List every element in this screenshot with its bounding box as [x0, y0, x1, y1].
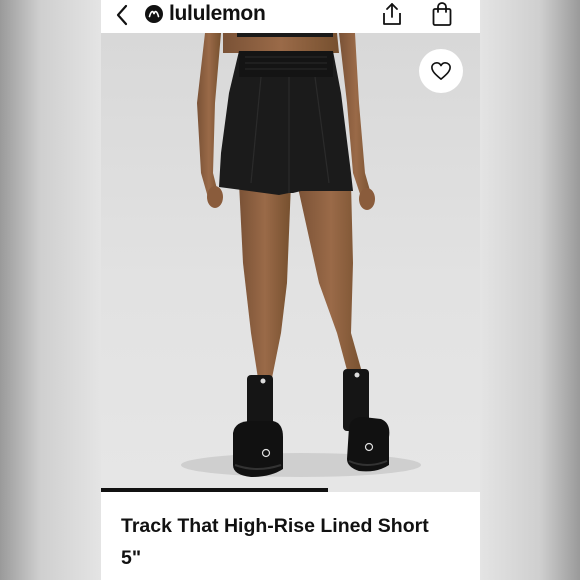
gallery-progress-bar	[101, 488, 480, 492]
back-arrow-icon	[116, 4, 128, 26]
wishlist-button[interactable]	[419, 49, 463, 93]
gallery-progress-fill	[101, 488, 329, 492]
shopping-bag-icon	[432, 2, 452, 26]
lululemon-logo-icon	[145, 5, 163, 23]
shopping-bag-button[interactable]	[431, 1, 453, 27]
share-icon	[383, 3, 401, 25]
product-photo	[181, 33, 421, 477]
brand-name: lululemon	[169, 2, 266, 25]
back-button[interactable]	[113, 2, 133, 28]
product-page: lululemon Track That High-Rise Lined Sho…	[101, 0, 480, 580]
heart-icon	[431, 62, 451, 80]
top-nav-bar: lululemon	[101, 0, 480, 33]
product-title: Track That High-Rise Lined Short 5"	[121, 515, 429, 569]
brand-logo[interactable]: lululemon	[145, 1, 266, 27]
share-button[interactable]	[380, 1, 404, 27]
product-image[interactable]	[101, 33, 480, 488]
